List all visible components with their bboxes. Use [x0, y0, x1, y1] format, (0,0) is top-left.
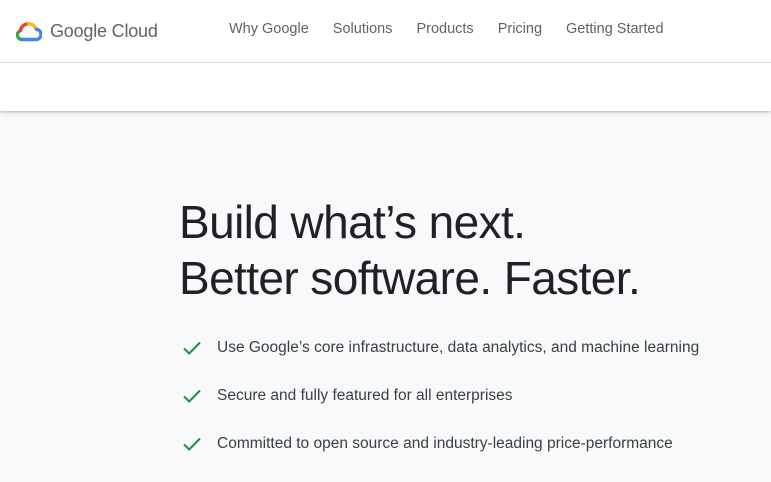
google-cloud-logo[interactable]: Google Cloud — [16, 18, 158, 44]
feature-text: Secure and fully featured for all enterp… — [217, 387, 513, 404]
feature-text: Use Google’s core infrastructure, data a… — [217, 339, 700, 356]
hero-title-line-1: Build what’s next. — [179, 196, 526, 248]
site-header: Google Cloud Why Google Solutions Produc… — [0, 0, 771, 111]
feature-item: Use Google’s core infrastructure, data a… — [182, 335, 699, 361]
main-nav: Why Google Solutions Products Pricing Ge… — [229, 21, 688, 37]
nav-item-getting-started[interactable]: Getting Started — [566, 21, 664, 37]
checkmark-icon — [183, 341, 201, 355]
checkmark-icon — [183, 389, 201, 403]
feature-list: Use Google’s core infrastructure, data a… — [182, 335, 699, 479]
feature-item: Committed to open source and industry-le… — [182, 431, 699, 457]
google-cloud-logo-icon — [16, 21, 42, 41]
brand-name: Google Cloud — [50, 20, 158, 41]
feature-item: Secure and fully featured for all enterp… — [182, 383, 699, 409]
feature-text: Committed to open source and industry-le… — [217, 435, 673, 452]
top-navigation-bar: Google Cloud Why Google Solutions Produc… — [0, 0, 771, 63]
nav-item-solutions[interactable]: Solutions — [333, 21, 393, 37]
nav-item-pricing[interactable]: Pricing — [498, 21, 542, 37]
nav-item-why-google[interactable]: Why Google — [229, 21, 309, 37]
nav-item-products[interactable]: Products — [416, 21, 473, 37]
checkmark-icon — [183, 437, 201, 451]
hero-title-line-2: Better software. Faster. — [179, 252, 641, 304]
hero-title: Build what’s next. Better software. Fast… — [179, 194, 641, 306]
